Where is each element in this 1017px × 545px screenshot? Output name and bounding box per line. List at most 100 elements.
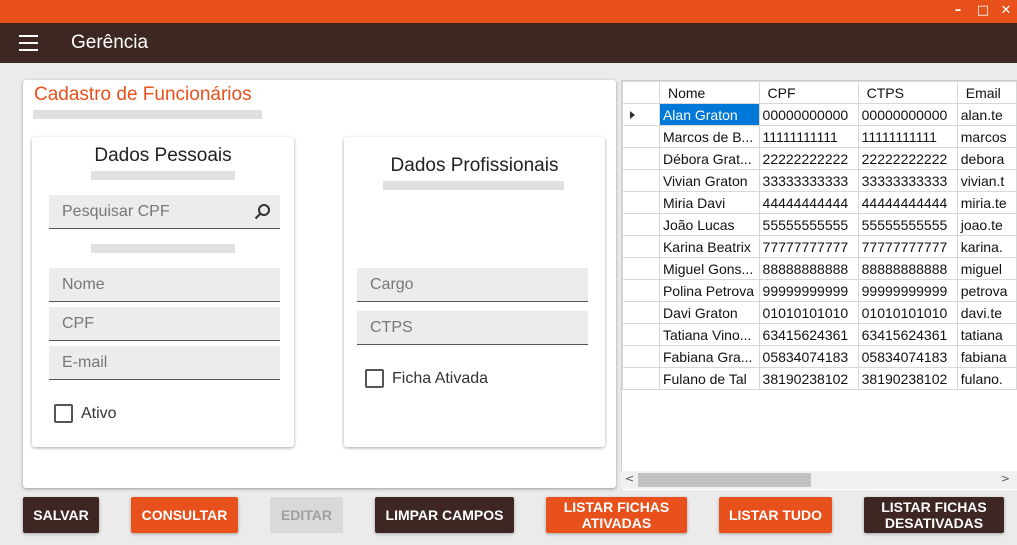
- table-row[interactable]: Miguel Gons... 88888888888 88888888888 migu…: [622, 257, 1017, 280]
- role-input[interactable]: [357, 268, 588, 301]
- cell-cpf[interactable]: 63415624361: [758, 323, 859, 346]
- cell-name[interactable]: Karina Beatrix: [658, 235, 760, 258]
- cell-ctps[interactable]: 33333333333: [857, 169, 958, 192]
- cell-email[interactable]: vivian.t: [956, 169, 1017, 192]
- table-row[interactable]: Marcos de B... 11111111111 11111111111 marc…: [622, 125, 1017, 148]
- cell-cpf[interactable]: 22222222222: [758, 147, 859, 170]
- table-row[interactable]: Davi Graton 01010101010 01010101010 davi.te: [622, 301, 1017, 324]
- cell-name[interactable]: Fulano de Tal: [658, 367, 760, 390]
- table-row[interactable]: Tatiana Vino... 63415624361 63415624361 tat…: [622, 323, 1017, 346]
- cell-email[interactable]: fulano.: [956, 367, 1017, 390]
- name-input[interactable]: [49, 268, 280, 301]
- cell-email[interactable]: miguel: [956, 257, 1017, 280]
- table-row[interactable]: Alan Graton 00000000000 00000000000 alan.te: [622, 103, 1017, 126]
- maximize-icon[interactable]: □: [973, 2, 993, 20]
- row-header[interactable]: [622, 191, 660, 214]
- cell-email[interactable]: petrova: [956, 279, 1017, 302]
- cell-ctps[interactable]: 22222222222: [857, 147, 958, 170]
- list-active-records-button[interactable]: LISTAR FICHAS ATIVADAS: [546, 497, 687, 533]
- cell-email[interactable]: karina.: [956, 235, 1017, 258]
- clear-fields-button[interactable]: LIMPAR CAMPOS: [375, 497, 514, 533]
- cell-ctps[interactable]: 01010101010: [857, 301, 958, 324]
- cell-cpf[interactable]: 00000000000: [758, 103, 859, 126]
- cell-name[interactable]: Alan Graton: [658, 103, 760, 126]
- table-row[interactable]: Miria Davi 44444444444 44444444444 miria.te: [622, 191, 1017, 214]
- cell-email[interactable]: marcos: [956, 125, 1017, 148]
- search-icon[interactable]: [254, 203, 271, 220]
- table-row[interactable]: Vivian Graton 33333333333 33333333333 vivia…: [622, 169, 1017, 192]
- search-cpf-input[interactable]: [49, 195, 280, 228]
- list-inactive-records-button[interactable]: LISTAR FICHAS DESATIVADAS: [864, 497, 1004, 533]
- cell-ctps[interactable]: 05834074183: [857, 345, 958, 368]
- cell-cpf[interactable]: 77777777777: [758, 235, 859, 258]
- cell-cpf[interactable]: 11111111111: [758, 125, 859, 148]
- close-icon[interactable]: ✕: [996, 2, 1016, 20]
- scroll-right-icon[interactable]: >: [1001, 472, 1010, 485]
- cell-cpf[interactable]: 01010101010: [758, 301, 859, 324]
- checkbox-icon[interactable]: [365, 369, 384, 388]
- cell-name[interactable]: Miria Davi: [658, 191, 760, 214]
- cell-ctps[interactable]: 88888888888: [857, 257, 958, 280]
- ctps-input[interactable]: [357, 311, 588, 344]
- cell-name[interactable]: Tatiana Vino...: [658, 323, 760, 346]
- cell-cpf[interactable]: 55555555555: [758, 213, 859, 236]
- scroll-left-icon[interactable]: <: [625, 472, 634, 485]
- cell-ctps[interactable]: 63415624361: [857, 323, 958, 346]
- table-row[interactable]: Fabiana Gra... 05834074183 05834074183 fabi…: [622, 345, 1017, 368]
- email-input[interactable]: [49, 346, 280, 379]
- cell-name[interactable]: Fabiana Gra...: [658, 345, 760, 368]
- column-header-ctps[interactable]: CTPS: [857, 81, 958, 104]
- name-field[interactable]: [49, 268, 280, 302]
- row-header[interactable]: [622, 213, 660, 236]
- row-header[interactable]: [622, 323, 660, 346]
- checkbox-icon[interactable]: [54, 404, 73, 423]
- cell-ctps[interactable]: 55555555555: [857, 213, 958, 236]
- column-header-email[interactable]: Email: [956, 81, 1017, 104]
- cell-cpf[interactable]: 88888888888: [758, 257, 859, 280]
- active-checkbox[interactable]: Ativo: [54, 404, 117, 423]
- cell-ctps[interactable]: 38190238102: [857, 367, 958, 390]
- cpf-field[interactable]: [49, 307, 280, 341]
- row-header[interactable]: [622, 169, 660, 192]
- cell-cpf[interactable]: 33333333333: [758, 169, 859, 192]
- cell-ctps[interactable]: 00000000000: [857, 103, 958, 126]
- cell-cpf[interactable]: 38190238102: [758, 367, 859, 390]
- list-all-button[interactable]: LISTAR TUDO: [719, 497, 832, 533]
- table-row[interactable]: Fulano de Tal 38190238102 38190238102 fulan…: [622, 367, 1017, 390]
- save-button[interactable]: SALVAR: [23, 497, 99, 533]
- row-header[interactable]: [622, 257, 660, 280]
- cell-ctps[interactable]: 11111111111: [857, 125, 958, 148]
- cell-cpf[interactable]: 05834074183: [758, 345, 859, 368]
- table-row[interactable]: Débora Grat... 22222222222 22222222222 debo…: [622, 147, 1017, 170]
- cell-cpf[interactable]: 99999999999: [758, 279, 859, 302]
- cell-name[interactable]: Débora Grat...: [658, 147, 760, 170]
- row-header[interactable]: [622, 279, 660, 302]
- column-header-name[interactable]: Nome: [658, 81, 760, 104]
- cell-email[interactable]: tatiana: [956, 323, 1017, 346]
- menu-icon[interactable]: [19, 35, 38, 51]
- table-row[interactable]: Polina Petrova 99999999999 99999999999 petr…: [622, 279, 1017, 302]
- cell-email[interactable]: miria.te: [956, 191, 1017, 214]
- cell-email[interactable]: fabiana: [956, 345, 1017, 368]
- cell-name[interactable]: Polina Petrova: [658, 279, 760, 302]
- cell-email[interactable]: debora: [956, 147, 1017, 170]
- cell-name[interactable]: João Lucas: [658, 213, 760, 236]
- cell-email[interactable]: joao.te: [956, 213, 1017, 236]
- row-header[interactable]: [622, 345, 660, 368]
- email-field[interactable]: [49, 346, 280, 380]
- ctps-field[interactable]: [357, 311, 588, 345]
- cpf-input[interactable]: [49, 307, 280, 340]
- minimize-icon[interactable]: –: [948, 2, 968, 20]
- horizontal-scrollbar[interactable]: < >: [621, 471, 1017, 489]
- row-header[interactable]: [622, 147, 660, 170]
- table-row[interactable]: Karina Beatrix 77777777777 77777777777 kari…: [622, 235, 1017, 258]
- cell-cpf[interactable]: 44444444444: [758, 191, 859, 214]
- edit-button[interactable]: EDITAR: [270, 497, 343, 533]
- cell-email[interactable]: alan.te: [956, 103, 1017, 126]
- cell-email[interactable]: davi.te: [956, 301, 1017, 324]
- row-header[interactable]: [622, 367, 660, 390]
- cell-ctps[interactable]: 99999999999: [857, 279, 958, 302]
- row-header[interactable]: [622, 301, 660, 324]
- consult-button[interactable]: CONSULTAR: [131, 497, 238, 533]
- column-header-cpf[interactable]: CPF: [758, 81, 859, 104]
